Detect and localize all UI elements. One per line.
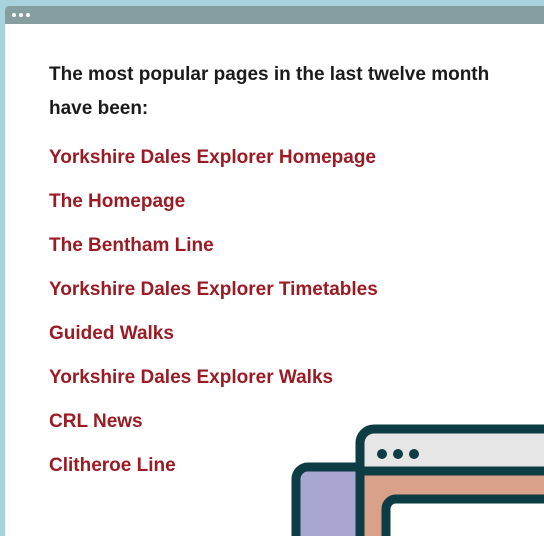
list-item: Yorkshire Dales Explorer Walks xyxy=(49,356,524,400)
link-yorkshire-dales-explorer-homepage[interactable]: Yorkshire Dales Explorer Homepage xyxy=(49,147,376,168)
window-titlebar xyxy=(5,6,544,24)
list-item: Yorkshire Dales Explorer Homepage xyxy=(49,136,524,180)
illustration-inner-panel xyxy=(381,494,544,536)
illustration-window-header xyxy=(364,433,544,470)
illustration-dot-icon xyxy=(377,449,387,459)
popular-pages-heading: The most popular pages in the last twelv… xyxy=(49,64,490,119)
illustration-dot-icon xyxy=(409,449,419,459)
browser-windows-illustration xyxy=(291,424,544,536)
list-item: The Homepage xyxy=(49,180,524,224)
list-item: The Bentham Line xyxy=(49,224,524,268)
link-the-homepage[interactable]: The Homepage xyxy=(49,191,185,212)
link-yorkshire-dales-explorer-walks[interactable]: Yorkshire Dales Explorer Walks xyxy=(49,367,333,388)
link-clitheroe-line[interactable]: Clitheroe Line xyxy=(49,455,176,476)
link-yorkshire-dales-explorer-timetables[interactable]: Yorkshire Dales Explorer Timetables xyxy=(49,279,378,300)
illustration-dot-icon xyxy=(393,449,403,459)
list-item: Guided Walks xyxy=(49,312,524,356)
list-item: Yorkshire Dales Explorer Timetables xyxy=(49,268,524,312)
link-the-bentham-line[interactable]: The Bentham Line xyxy=(49,235,214,256)
three-dots-icon xyxy=(12,13,30,17)
link-crl-news[interactable]: CRL News xyxy=(49,411,143,432)
link-guided-walks[interactable]: Guided Walks xyxy=(49,323,174,344)
